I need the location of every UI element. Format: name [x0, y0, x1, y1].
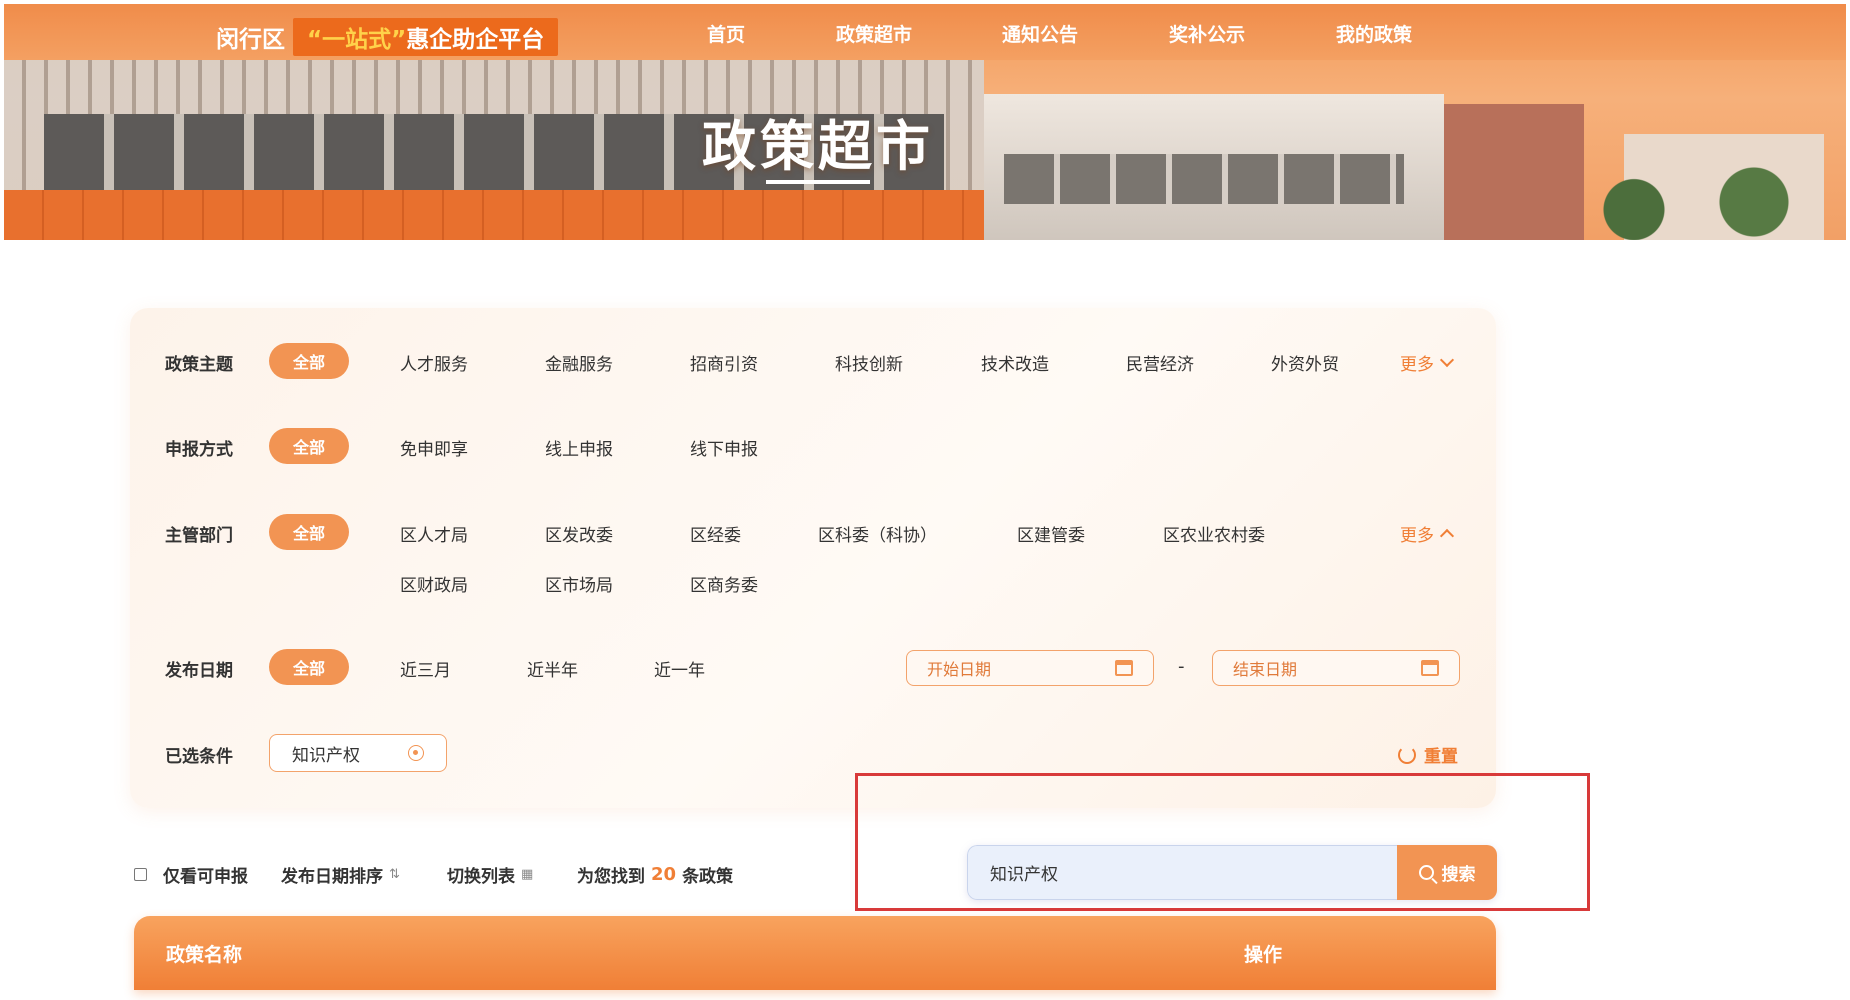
method-option[interactable]: 免申即享 — [400, 435, 468, 460]
nav-home[interactable]: 首页 — [707, 20, 745, 47]
more-label: 更多 — [1400, 355, 1434, 375]
more-label: 更多 — [1400, 526, 1434, 546]
department-option[interactable]: 区市场局 — [545, 571, 613, 596]
grid-icon: ▦ — [521, 867, 534, 882]
theme-all-chip[interactable]: 全部 — [269, 343, 349, 379]
search-input[interactable] — [967, 845, 1397, 900]
date-option[interactable]: 近一年 — [654, 656, 705, 681]
page-title: 政策超市 — [702, 115, 934, 178]
search-button-label: 搜索 — [1441, 865, 1476, 884]
sort-icon: ⇅ — [389, 867, 400, 882]
department-option[interactable]: 区农业农村委 — [1163, 521, 1265, 546]
selected-condition-chip[interactable]: 知识产权 — [269, 734, 447, 772]
column-header-name: 政策名称 — [166, 944, 243, 966]
column-header-action: 操作 — [1244, 944, 1283, 966]
date-all-chip[interactable]: 全部 — [269, 649, 349, 685]
only-applicable-checkbox[interactable] — [134, 868, 147, 881]
top-nav-bar: 闵行区 “一站式”惠企助企平台 首页 政策超市 通知公告 奖补公示 我的政策 — [4, 4, 1846, 60]
result-count-suffix: 条政策 — [682, 867, 734, 887]
date-option[interactable]: 近半年 — [527, 656, 578, 681]
department-option[interactable]: 区建管委 — [1017, 521, 1085, 546]
method-option[interactable]: 线上申报 — [545, 435, 613, 460]
theme-option[interactable]: 民营经济 — [1126, 350, 1194, 375]
title-underline — [766, 180, 870, 184]
theme-option[interactable]: 技术改造 — [981, 350, 1049, 375]
theme-option[interactable]: 招商引资 — [690, 350, 758, 375]
theme-option[interactable]: 外资外贸 — [1271, 350, 1339, 375]
search-button[interactable]: 搜索 — [1397, 845, 1497, 900]
only-applicable-toggle[interactable]: 仅看可申报 — [134, 862, 248, 887]
remove-condition-icon[interactable] — [408, 745, 424, 761]
theme-option[interactable]: 人才服务 — [400, 350, 468, 375]
filter-panel — [130, 308, 1496, 808]
end-date-field[interactable]: 结束日期 — [1212, 650, 1460, 686]
brand-slogan: “一站式”惠企助企平台 — [293, 18, 559, 56]
nav-policy-market[interactable]: 政策超市 — [836, 20, 912, 47]
theme-option[interactable]: 科技创新 — [835, 350, 903, 375]
result-count-prefix: 为您找到 — [577, 867, 645, 887]
filter-label-selected: 已选条件 — [165, 747, 233, 767]
department-option[interactable]: 区人才局 — [400, 521, 468, 546]
search-icon — [1418, 865, 1434, 880]
calendar-icon — [1115, 660, 1133, 676]
department-option[interactable]: 区发改委 — [545, 521, 613, 546]
filter-label-method: 申报方式 — [165, 440, 233, 460]
chevron-up-icon — [1439, 528, 1455, 544]
department-option[interactable]: 区商务委 — [690, 571, 758, 596]
switch-list-button[interactable]: 切换列表 ▦ — [447, 862, 533, 887]
department-option[interactable]: 区经委 — [690, 521, 741, 546]
search-bar: 搜索 — [967, 845, 1497, 900]
nav-awards[interactable]: 奖补公示 — [1169, 20, 1245, 47]
sort-by-date-label: 发布日期排序 — [281, 867, 383, 887]
result-count: 为您找到 20 条政策 — [577, 862, 733, 887]
reset-button[interactable]: 重置 — [1398, 742, 1458, 767]
end-date-placeholder: 结束日期 — [1233, 660, 1298, 679]
switch-list-label: 切换列表 — [447, 867, 515, 887]
brand-district: 闵行区 — [216, 27, 285, 53]
building-base — [4, 190, 984, 240]
department-more-button[interactable]: 更多 — [1400, 521, 1455, 546]
hero-banner: 闵行区 “一站式”惠企助企平台 首页 政策超市 通知公告 奖补公示 我的政策 政… — [4, 4, 1846, 240]
chevron-down-icon — [1439, 352, 1455, 368]
start-date-field[interactable]: 开始日期 — [906, 650, 1154, 686]
filter-label-date: 发布日期 — [165, 661, 233, 681]
refresh-icon — [1398, 745, 1416, 764]
department-all-chip[interactable]: 全部 — [269, 514, 349, 550]
method-all-chip[interactable]: 全部 — [269, 428, 349, 464]
start-date-placeholder: 开始日期 — [927, 660, 992, 679]
theme-more-button[interactable]: 更多 — [1400, 350, 1455, 375]
site-brand[interactable]: 闵行区 “一站式”惠企助企平台 — [216, 18, 559, 56]
reset-label: 重置 — [1424, 747, 1458, 767]
calendar-icon — [1421, 660, 1439, 676]
method-option[interactable]: 线下申报 — [690, 435, 758, 460]
filter-label-theme: 政策主题 — [165, 355, 233, 375]
sort-by-date-button[interactable]: 发布日期排序 ⇅ — [281, 862, 400, 887]
selected-condition-text: 知识产权 — [292, 745, 360, 766]
date-range-separator: - — [1178, 656, 1185, 677]
date-option[interactable]: 近三月 — [400, 656, 451, 681]
filter-label-department: 主管部门 — [165, 526, 233, 546]
department-option[interactable]: 区财政局 — [400, 571, 468, 596]
policy-table-header: 政策名称 操作 — [134, 916, 1496, 990]
department-option[interactable]: 区科委（科协） — [818, 521, 937, 546]
nav-my-policies[interactable]: 我的政策 — [1336, 20, 1412, 47]
nav-notices[interactable]: 通知公告 — [1002, 20, 1078, 47]
result-count-number: 20 — [651, 864, 677, 885]
only-applicable-label: 仅看可申报 — [163, 867, 248, 887]
theme-option[interactable]: 金融服务 — [545, 350, 613, 375]
